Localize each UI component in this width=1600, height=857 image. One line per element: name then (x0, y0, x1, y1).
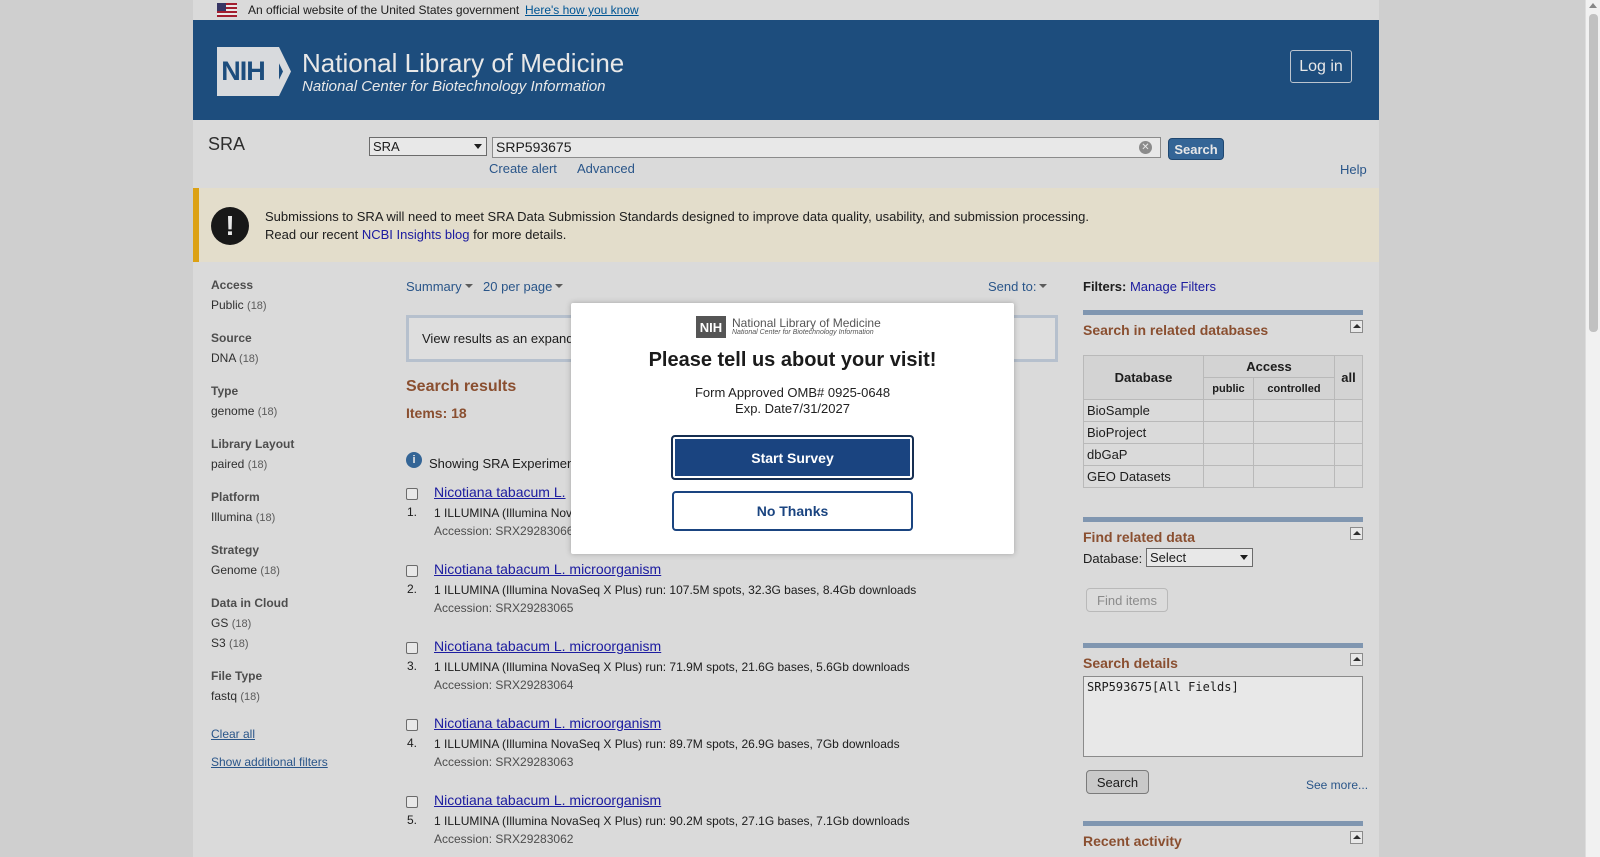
start-survey-button[interactable]: Start Survey (671, 435, 914, 480)
page-scrollbar[interactable] (1585, 0, 1600, 857)
no-thanks-button[interactable]: No Thanks (672, 491, 913, 531)
scroll-up-icon[interactable] (1589, 3, 1597, 8)
modal-title: Please tell us about your visit! (648, 349, 937, 371)
survey-modal: NIH National Library of Medicine Nationa… (571, 303, 1014, 554)
scrollbar-thumb[interactable] (1589, 14, 1598, 332)
modal-nlm-logo: NIH National Library of Medicine Nationa… (696, 315, 881, 339)
modal-omb-text: Form Approved OMB# 0925-0648 Exp. Date7/… (694, 385, 891, 416)
